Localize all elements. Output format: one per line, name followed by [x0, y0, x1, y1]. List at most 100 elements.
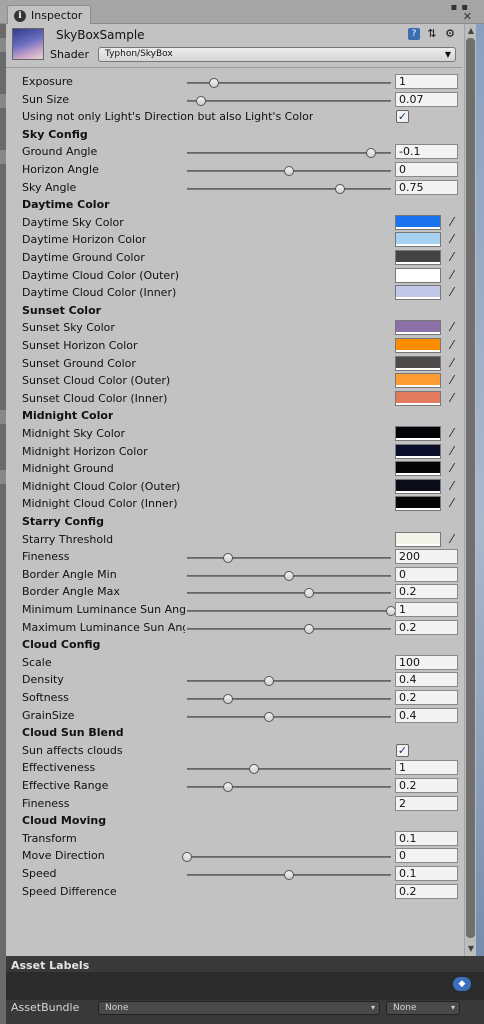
slider-handle[interactable] [284, 571, 294, 581]
eyedropper-icon[interactable]: ⁄ [444, 426, 460, 441]
slider-handle[interactable] [196, 96, 207, 106]
scrollbar-thumb[interactable] [466, 38, 475, 938]
slider-handle[interactable] [304, 588, 315, 598]
slider-handle[interactable] [222, 553, 233, 563]
assetbundle-variant-dropdown[interactable]: None ▾ [386, 1001, 460, 1015]
value-field[interactable]: 1 [395, 760, 458, 775]
book-icon[interactable]: ? [408, 28, 420, 40]
color-swatch[interactable] [395, 461, 441, 476]
eyedropper-icon[interactable]: ⁄ [444, 444, 460, 459]
value-field[interactable]: 0.1 [395, 831, 458, 846]
eyedropper-icon[interactable]: ⁄ [444, 532, 460, 547]
scrollbar[interactable]: ▲ ▼ [464, 24, 476, 956]
slider-track[interactable] [187, 166, 391, 176]
gear-icon[interactable]: ⚙ [444, 28, 456, 40]
eyedropper-icon[interactable]: ⁄ [444, 268, 460, 283]
eyedropper-icon[interactable]: ⁄ [444, 461, 460, 476]
value-field[interactable]: 0.75 [395, 180, 458, 195]
value-field[interactable]: 1 [395, 74, 458, 89]
eyedropper-icon[interactable]: ⁄ [444, 373, 460, 388]
slider-handle[interactable] [335, 184, 345, 194]
value-field[interactable]: 1 [395, 602, 458, 617]
eyedropper-icon[interactable]: ⁄ [444, 232, 460, 247]
slider-track[interactable] [187, 78, 391, 88]
slider-handle[interactable] [263, 712, 274, 722]
color-swatch[interactable] [395, 250, 441, 265]
slider-track[interactable] [187, 148, 391, 158]
color-swatch[interactable] [395, 338, 441, 353]
value-field[interactable]: 0.2 [395, 884, 458, 899]
slider-track[interactable] [187, 782, 391, 792]
color-swatch[interactable] [395, 232, 441, 247]
color-swatch[interactable] [395, 444, 441, 459]
color-swatch[interactable] [395, 356, 441, 371]
eyedropper-icon[interactable]: ⁄ [444, 250, 460, 265]
eyedropper-icon[interactable]: ⁄ [444, 338, 460, 353]
slider-handle[interactable] [208, 78, 219, 88]
slider-track[interactable] [187, 96, 391, 106]
color-swatch[interactable] [395, 373, 441, 388]
eyedropper-icon[interactable]: ⁄ [444, 496, 460, 511]
toggle-checkbox[interactable]: ✓ [396, 744, 409, 757]
slider-handle[interactable] [222, 694, 233, 704]
eyedropper-icon[interactable]: ⁄ [444, 356, 460, 371]
value-field[interactable]: 0 [395, 848, 458, 863]
slider-handle[interactable] [249, 764, 260, 774]
color-swatch[interactable] [395, 496, 441, 511]
slider-track[interactable] [187, 676, 391, 686]
slider-track[interactable] [187, 606, 396, 616]
slider-track[interactable] [187, 694, 391, 704]
tag-icon[interactable]: ◆ [453, 977, 471, 991]
slider-handle[interactable] [365, 148, 376, 158]
slider-track[interactable] [187, 870, 391, 880]
color-swatch[interactable] [395, 320, 441, 335]
slider-track[interactable] [187, 764, 391, 774]
value-field[interactable]: 0 [395, 162, 458, 177]
color-swatch[interactable] [395, 479, 441, 494]
color-swatch[interactable] [395, 426, 441, 441]
value-field[interactable]: 0.07 [395, 92, 458, 107]
scroll-up-icon[interactable]: ▲ [465, 26, 477, 36]
value-field[interactable]: 200 [395, 549, 458, 564]
slider-handle[interactable] [304, 624, 315, 634]
slider-handle[interactable] [222, 782, 233, 792]
toggle-checkbox[interactable]: ✓ [396, 110, 409, 123]
value-field[interactable]: -0.1 [395, 144, 458, 159]
value-field[interactable]: 0 [395, 567, 458, 582]
close-icon[interactable]: ✕ [463, 10, 472, 23]
material-preview-thumbnail[interactable] [12, 28, 44, 60]
eyedropper-icon[interactable]: ⁄ [444, 285, 460, 300]
slider-handle[interactable] [284, 870, 294, 880]
value-field[interactable]: 2 [395, 796, 458, 811]
value-field[interactable]: 0.2 [395, 620, 458, 635]
shader-dropdown[interactable]: Typhon/SkyBox ▼ [98, 47, 456, 62]
scroll-down-icon[interactable]: ▼ [465, 944, 477, 954]
slider-track[interactable] [187, 184, 391, 194]
eyedropper-icon[interactable]: ⁄ [444, 391, 460, 406]
value-field[interactable]: 0.2 [395, 690, 458, 705]
eyedropper-icon[interactable]: ⁄ [444, 215, 460, 230]
eyedropper-icon[interactable]: ⁄ [444, 479, 460, 494]
color-swatch[interactable] [395, 285, 441, 300]
slider-track[interactable] [187, 571, 391, 581]
slider-handle[interactable] [263, 676, 274, 686]
assetbundle-name-dropdown[interactable]: None ▾ [98, 1001, 380, 1015]
value-field[interactable]: 0.4 [395, 672, 458, 687]
slider-handle[interactable] [284, 166, 294, 176]
value-field[interactable]: 0.4 [395, 708, 458, 723]
value-field[interactable]: 0.2 [395, 778, 458, 793]
slider-track[interactable] [187, 588, 391, 598]
color-swatch[interactable] [395, 532, 441, 547]
color-swatch[interactable] [395, 215, 441, 230]
slider-track[interactable] [187, 553, 391, 563]
slider-track[interactable] [187, 624, 391, 634]
eyedropper-icon[interactable]: ⁄ [444, 320, 460, 335]
color-swatch[interactable] [395, 391, 441, 406]
value-field[interactable]: 0.2 [395, 584, 458, 599]
slider-track[interactable] [182, 852, 391, 862]
slider-handle[interactable] [182, 852, 192, 862]
slider-track[interactable] [187, 712, 391, 722]
color-swatch[interactable] [395, 268, 441, 283]
value-field[interactable]: 100 [395, 655, 458, 670]
tab-inspector[interactable]: i Inspector [7, 5, 91, 25]
